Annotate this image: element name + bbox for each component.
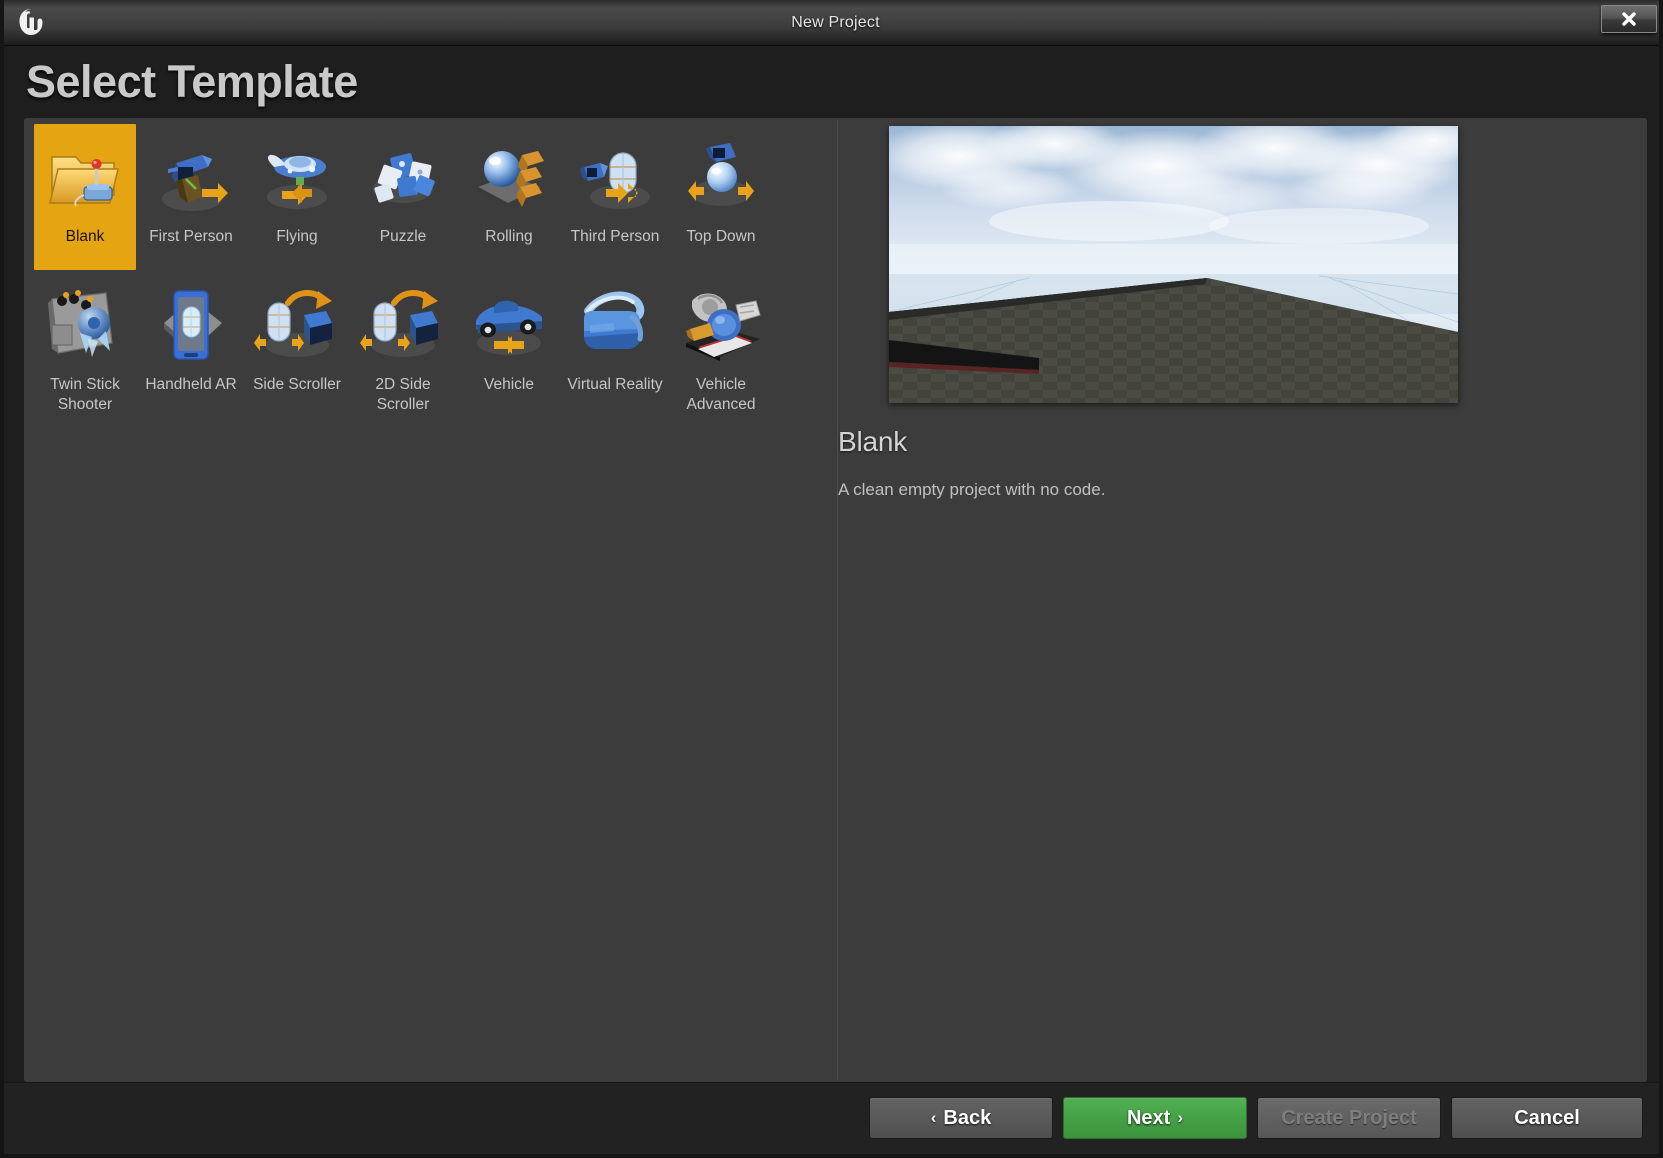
template-tile-vehicle-advanced[interactable]: Vehicle Advanced xyxy=(670,272,772,418)
template-label: First Person xyxy=(149,228,233,245)
chevron-left-icon: ‹ xyxy=(930,1108,937,1127)
back-button-label: Back xyxy=(943,1106,992,1129)
template-tile-twin-stick-shooter[interactable]: Twin Stick Shooter xyxy=(34,272,136,418)
2d-side-scroller-icon xyxy=(355,278,451,374)
page-title: Select Template xyxy=(26,56,358,107)
template-label: Twin Stick Shooter xyxy=(50,376,120,413)
template-label: Rolling xyxy=(485,228,533,245)
template-tile-flying[interactable]: Flying xyxy=(246,124,348,270)
new-project-dialog: New Project Select Template Blank First … xyxy=(0,0,1663,1158)
handheld-ar-phone-icon xyxy=(143,278,239,374)
template-label: 2D Side Scroller xyxy=(375,376,431,413)
create-project-button-label: Create Project xyxy=(1281,1106,1417,1129)
template-label: Puzzle xyxy=(379,228,427,245)
template-label: Vehicle xyxy=(484,376,534,393)
detail-panel: Blank A clean empty project with no code… xyxy=(838,118,1647,1082)
template-label: Side Scroller xyxy=(253,376,341,393)
detail-description: A clean empty project with no code. xyxy=(838,480,1106,499)
template-tile-handheld-ar[interactable]: Handheld AR xyxy=(140,272,242,418)
close-icon[interactable] xyxy=(1601,5,1657,33)
twin-stick-shooter-icon xyxy=(37,278,133,374)
cancel-button-label: Cancel xyxy=(1514,1106,1580,1129)
window-title: New Project xyxy=(791,13,880,31)
third-person-capsule-icon xyxy=(567,130,663,226)
template-label: Top Down xyxy=(686,228,756,245)
puzzle-pieces-icon xyxy=(355,130,451,226)
vehicle-advanced-icon xyxy=(673,278,769,374)
template-tile-top-down[interactable]: Top Down xyxy=(670,124,772,270)
content-panel: Blank First Person Flying Puzzle Rolling… xyxy=(24,118,1647,1082)
next-button-label: Next xyxy=(1126,1106,1171,1129)
template-tile-side-scroller[interactable]: Side Scroller xyxy=(246,272,348,418)
template-tile-rolling[interactable]: Rolling xyxy=(458,124,560,270)
template-tile-third-person[interactable]: Third Person xyxy=(564,124,666,270)
template-label: Third Person xyxy=(570,228,660,245)
top-down-sphere-icon xyxy=(673,130,769,226)
template-tile-first-person[interactable]: First Person xyxy=(140,124,242,270)
title-bar: New Project xyxy=(4,0,1659,46)
blank-folder-joystick-icon xyxy=(37,130,133,226)
dialog-footer: ‹ Back Next › Create Project Cancel xyxy=(4,1082,1659,1154)
detail-title: Blank xyxy=(838,426,908,457)
next-button[interactable]: Next › xyxy=(1063,1097,1247,1139)
template-tile-2d-side-scroller[interactable]: 2D Side Scroller xyxy=(352,272,454,418)
cancel-button[interactable]: Cancel xyxy=(1451,1097,1643,1139)
virtual-reality-headset-icon xyxy=(567,278,663,374)
create-project-button: Create Project xyxy=(1257,1097,1441,1139)
template-tile-vehicle[interactable]: Vehicle xyxy=(458,272,560,418)
first-person-gun-icon xyxy=(143,130,239,226)
template-label: Vehicle Advanced xyxy=(686,376,756,413)
template-tile-virtual-reality[interactable]: Virtual Reality xyxy=(564,272,666,418)
template-label: Handheld AR xyxy=(145,376,237,393)
side-scroller-icon xyxy=(249,278,345,374)
template-label: Virtual Reality xyxy=(567,376,663,393)
rolling-ball-blocks-icon xyxy=(461,130,557,226)
template-preview-image xyxy=(889,126,1458,403)
template-tile-blank[interactable]: Blank xyxy=(34,124,136,270)
template-grid: Blank First Person Flying Puzzle Rolling… xyxy=(24,118,789,1082)
back-button[interactable]: ‹ Back xyxy=(869,1097,1053,1139)
vehicle-car-icon xyxy=(461,278,557,374)
template-tile-puzzle[interactable]: Puzzle xyxy=(352,124,454,270)
flying-ship-icon xyxy=(249,130,345,226)
template-label: Flying xyxy=(276,228,318,245)
chevron-right-icon: › xyxy=(1177,1108,1184,1127)
template-label: Blank xyxy=(65,228,105,245)
button-row: ‹ Back Next › Create Project Cancel xyxy=(869,1097,1643,1139)
